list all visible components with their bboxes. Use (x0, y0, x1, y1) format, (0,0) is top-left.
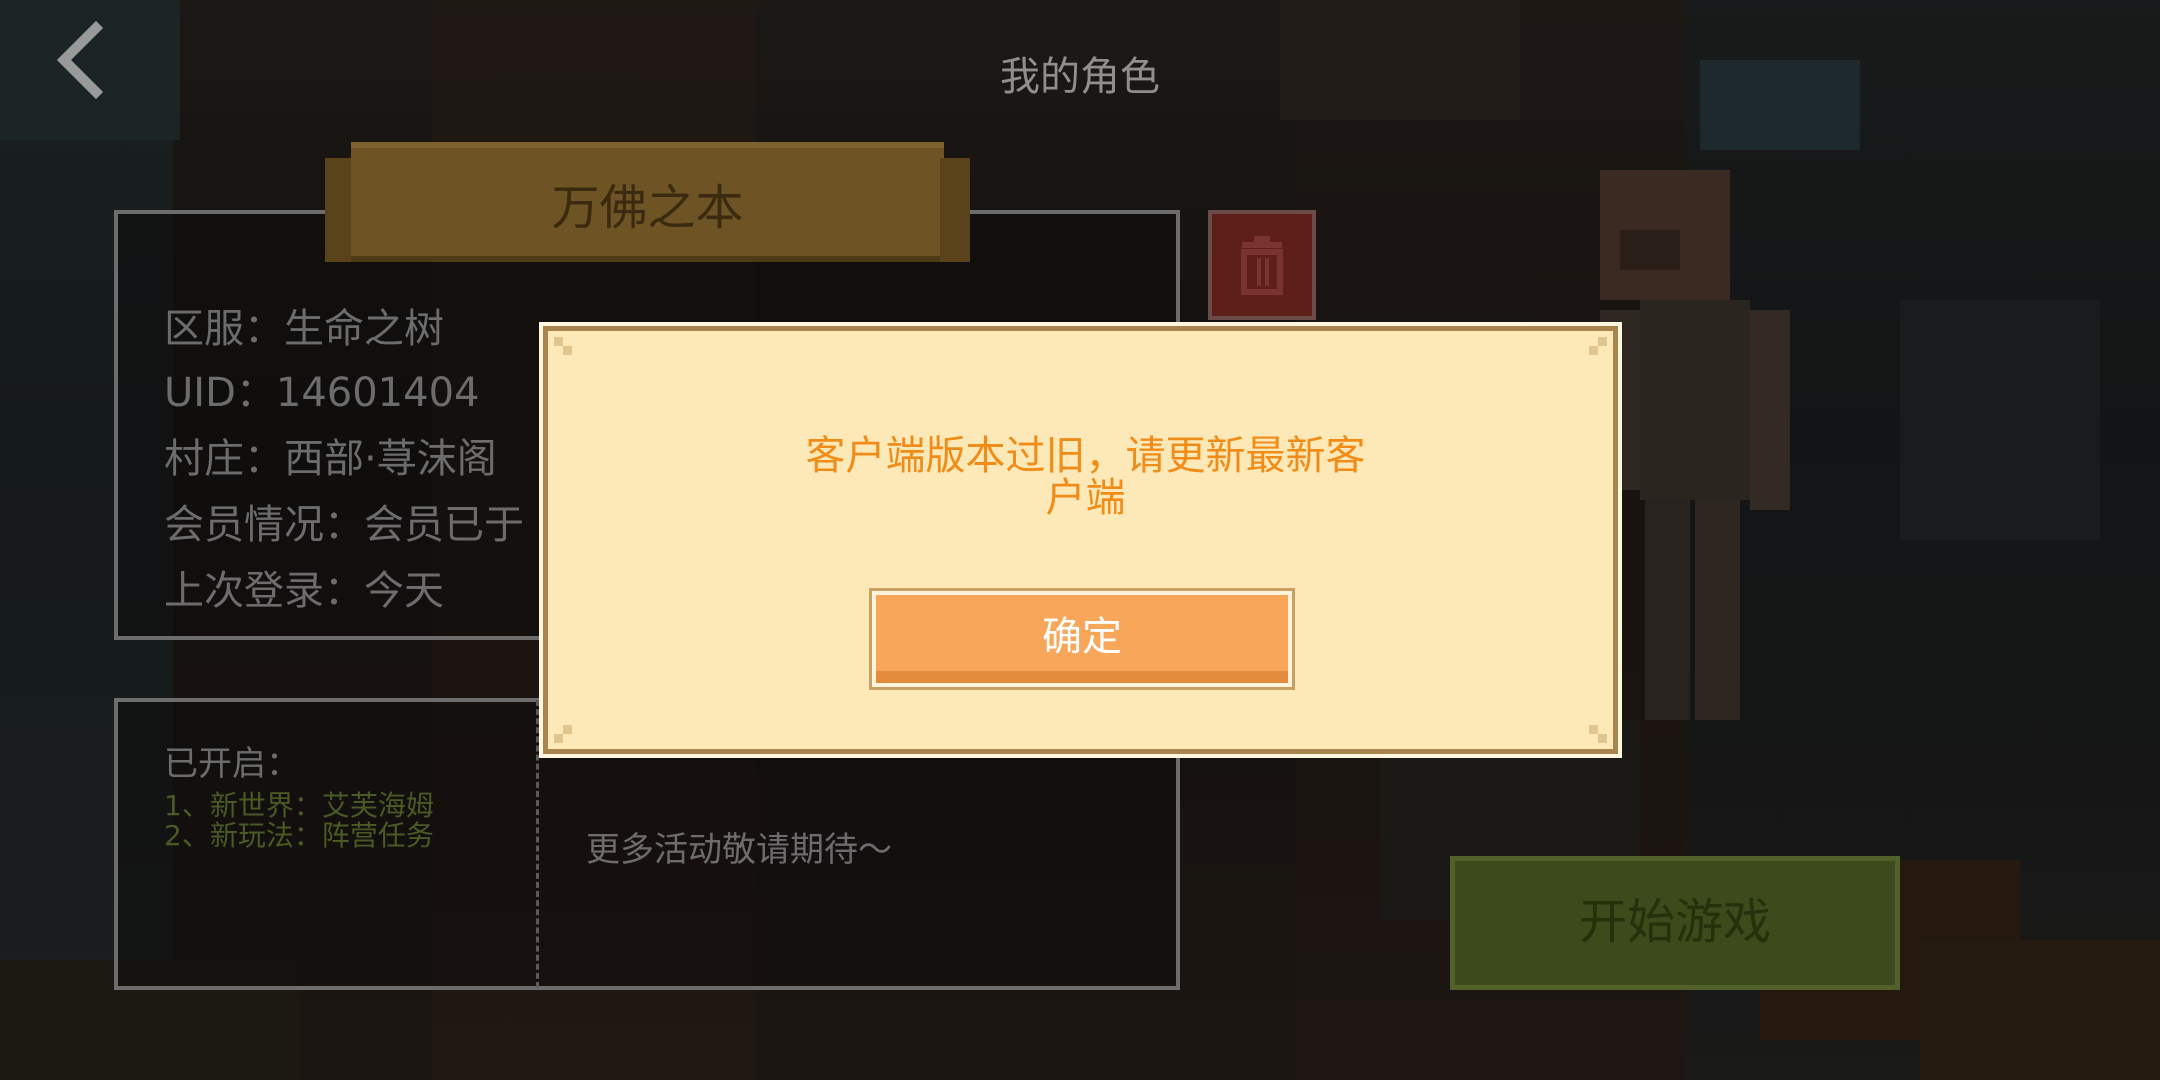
character-name: 万佛之本 (551, 180, 744, 236)
more-activities-text: 更多活动敬请期待～ (586, 830, 892, 870)
page-title: 我的角色 (1000, 54, 1160, 100)
uid-info: UID：14601404 (164, 370, 480, 416)
dialog-message-line: 户端 (1045, 475, 1126, 521)
dialog-message: 客户端版本过旧，请更新最新客 户端 (688, 435, 1483, 519)
dialog-corner-decoration (554, 725, 572, 743)
start-game-button[interactable]: 开始游戏 (1450, 856, 1900, 990)
opened-features-title: 已开启： (164, 744, 300, 784)
character-name-banner: 万佛之本 (325, 142, 970, 262)
membership-info: 会员情况：会员已于 (164, 502, 524, 548)
opened-feature-item: 2、新玩法：阵营任务 (164, 819, 434, 852)
dialog-corner-decoration (554, 337, 572, 355)
delete-character-button[interactable] (1208, 210, 1316, 320)
events-divider (536, 700, 539, 988)
update-required-dialog: 客户端版本过旧，请更新最新客 户端 确定 (543, 326, 1618, 754)
trash-icon (1241, 236, 1283, 295)
dialog-corner-decoration (1589, 337, 1607, 355)
dialog-corner-decoration (1589, 725, 1607, 743)
confirm-button[interactable]: 确定 (872, 591, 1292, 687)
last-login-info: 上次登录：今天 (164, 568, 444, 614)
server-info: 区服：生命之树 (164, 306, 444, 352)
chevron-left-icon (56, 20, 104, 100)
back-button[interactable] (40, 20, 120, 100)
village-info: 村庄：西部·荨沫阁 (164, 436, 497, 482)
dialog-message-line: 客户端版本过旧，请更新最新客 (805, 433, 1366, 479)
